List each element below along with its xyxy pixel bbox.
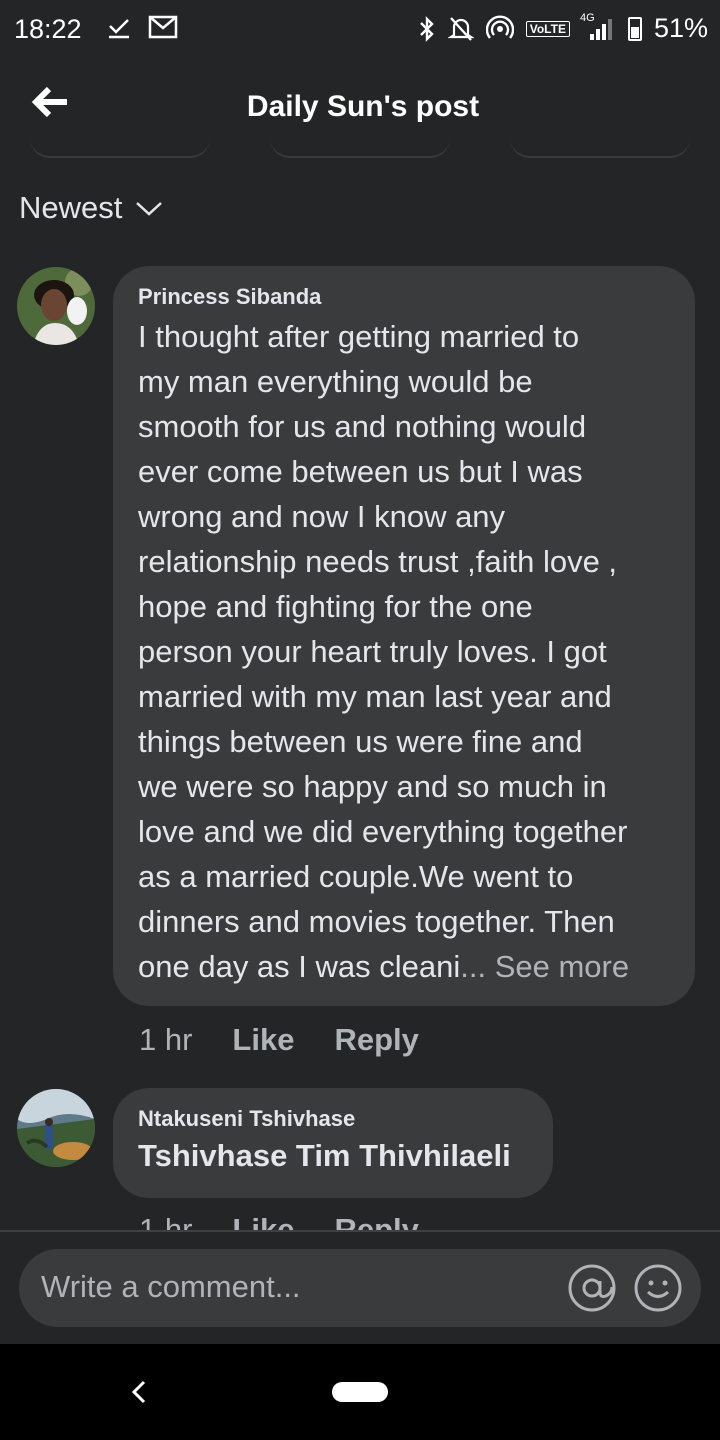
at-sign-icon[interactable] — [567, 1263, 617, 1313]
checkmark-download-icon — [106, 14, 132, 40]
battery-percent: 51% — [653, 13, 708, 43]
comment-author[interactable]: Princess Sibanda — [138, 284, 670, 310]
status-notification-icons — [106, 14, 178, 40]
battery-fill — [630, 27, 639, 38]
comment-timestamp: 1 hr — [139, 1022, 193, 1057]
like-button[interactable]: Like — [232, 1212, 294, 1230]
signal-icon: 4G — [580, 12, 616, 42]
avatar[interactable] — [17, 1089, 95, 1167]
status-bar: 18:22 VoLTE 4G 51% — [0, 0, 720, 62]
sort-dropdown[interactable]: Newest — [19, 190, 164, 226]
network-gen-label: 4G — [579, 11, 595, 24]
comment-body: I thought after getting married to my ma… — [138, 319, 628, 984]
gmail-icon — [148, 14, 178, 40]
see-more-link[interactable]: See more — [495, 949, 629, 984]
emoji-icon[interactable] — [633, 1263, 683, 1313]
like-button[interactable]: Like — [232, 1022, 294, 1058]
hotspot-icon — [485, 15, 514, 43]
avatar[interactable] — [17, 267, 95, 345]
comment-actions: 1 hr Like Reply — [139, 1022, 459, 1058]
comment-text: I thought after getting married to my ma… — [138, 314, 670, 989]
system-nav-bar — [0, 1344, 720, 1440]
comment-placeholder: Write a comment... — [41, 1269, 301, 1304]
comment-composer: Write a comment... — [0, 1232, 720, 1344]
share-action-stub[interactable] — [510, 138, 690, 158]
status-time: 18:22 — [14, 14, 82, 44]
mention-tag[interactable]: Tshivhase Tim Thivhilaeli — [138, 1138, 528, 1174]
chevron-down-icon — [134, 198, 164, 218]
comment-ellipsis: ... — [460, 949, 495, 984]
reply-button[interactable]: Reply — [334, 1022, 418, 1058]
reply-button[interactable]: Reply — [334, 1212, 418, 1230]
nav-back-icon[interactable] — [124, 1374, 154, 1410]
status-right-icons: VoLTE 4G 51% — [418, 12, 708, 44]
comment-bubble[interactable]: Princess Sibanda I thought after getting… — [113, 266, 695, 1006]
comment-action-stub[interactable] — [270, 138, 450, 158]
comment-input[interactable]: Write a comment... — [19, 1249, 701, 1327]
post-action-buttons — [0, 138, 720, 158]
bluetooth-icon — [418, 15, 436, 43]
nav-home-button[interactable] — [332, 1382, 388, 1402]
notifications-off-icon — [447, 15, 474, 43]
sort-label: Newest — [19, 190, 123, 225]
comment-bubble[interactable]: Ntakuseni Tshivhase Tshivhase Tim Thivhi… — [113, 1088, 553, 1198]
comment-author[interactable]: Ntakuseni Tshivhase — [138, 1106, 528, 1132]
like-action-stub[interactable] — [30, 138, 210, 158]
comment-actions: 1 hr Like Reply — [139, 1212, 459, 1230]
comment-timestamp: 1 hr — [139, 1212, 193, 1230]
volte-label: VoLTE — [525, 20, 570, 37]
page-title: Daily Sun's post — [246, 90, 480, 123]
battery-icon — [627, 16, 642, 41]
